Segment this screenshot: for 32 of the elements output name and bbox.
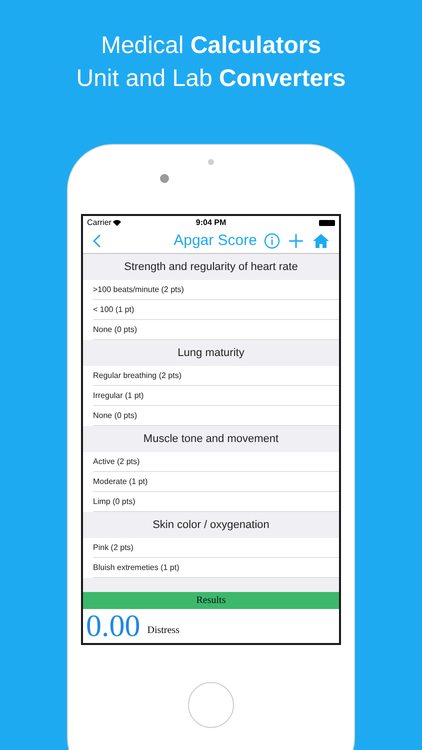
time-text: 9:04 PM [196, 216, 226, 229]
results-header: Results [196, 594, 226, 608]
headline-text: Unit and Lab Converters [76, 64, 346, 94]
option-item[interactable]: None (0 pts) [93, 410, 138, 422]
option-item[interactable]: Moderate (1 pt) [93, 476, 148, 488]
section-header: Strength and regularity of heart rate [124, 260, 298, 275]
score-value: 0.00 [86, 609, 140, 643]
option-item[interactable]: Irregular (1 pt) [93, 390, 144, 402]
screen-title: Apgar Score [174, 230, 257, 251]
headline-text: Medical Calculators [100, 31, 322, 61]
option-item[interactable]: Limp (0 pts) [93, 496, 136, 508]
score-label: Distress [147, 624, 180, 638]
option-item[interactable]: None (0 pts) [93, 324, 138, 336]
speaker-icon [208, 159, 214, 165]
option-item[interactable]: Bluish extremeties (1 pt) [93, 562, 180, 574]
option-item[interactable]: < 100 (1 pt) [93, 304, 134, 316]
carrier-text: Carrier [87, 216, 112, 229]
section-header: Skin color / oxygenation [152, 518, 270, 533]
option-item[interactable]: >100 beats/minute (2 pts) [93, 284, 184, 296]
option-item[interactable]: Pink (2 pts) [93, 542, 134, 554]
option-item[interactable]: Active (2 pts) [93, 456, 140, 468]
camera-icon [160, 174, 169, 183]
home-button[interactable] [188, 682, 234, 728]
back-icon[interactable] [93, 234, 101, 248]
section-header: Muscle tone and movement [143, 432, 279, 447]
wifi-icon [113, 220, 122, 226]
section-header: Lung maturity [178, 346, 244, 361]
home-icon[interactable] [313, 234, 329, 248]
info-icon[interactable] [264, 233, 280, 250]
add-icon[interactable] [289, 234, 303, 248]
option-item[interactable]: Regular breathing (2 pts) [93, 370, 182, 382]
battery-icon [318, 220, 335, 226]
